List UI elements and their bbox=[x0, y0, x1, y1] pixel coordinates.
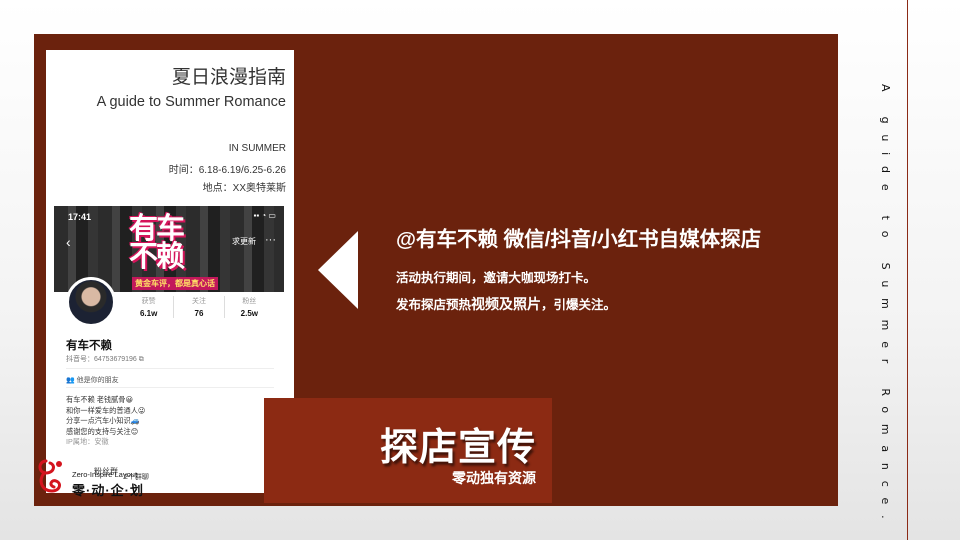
channel-logo: 有车 不赖 bbox=[129, 211, 185, 273]
brand-chinese: 零·动·企·划 bbox=[72, 483, 144, 498]
profile-name: 有车不赖 bbox=[66, 340, 112, 352]
stat-likes: 获赞 6.1w bbox=[124, 296, 175, 318]
brand-logo-icon bbox=[38, 459, 62, 493]
profile-stats: 获赞 6.1w 关注 76 粉丝 2.5w bbox=[124, 296, 274, 318]
poster-season: IN SUMMER bbox=[228, 143, 286, 154]
poster-location: 地点：XX奥特莱斯 bbox=[202, 183, 286, 194]
back-icon[interactable]: ‹ bbox=[66, 234, 71, 250]
banner-caption: 黄金车评，都是真心话 bbox=[132, 277, 218, 290]
divider bbox=[66, 368, 274, 369]
vertical-title: A guide to Summer Romance. bbox=[879, 84, 892, 530]
profile-screenshot: 17:41 ▪▪ ◔ ▭ ‹ 有车 不赖 黄金车评，都是真心话 求更新 ··· … bbox=[54, 206, 284, 493]
main-heading: @有车不赖 微信/抖音/小红书自媒体探店 bbox=[396, 228, 762, 251]
follow-button[interactable]: 求更新 bbox=[232, 236, 256, 247]
badge-subtitle: 零动独有资源 bbox=[452, 470, 536, 486]
poster-title: 夏日浪漫指南 bbox=[171, 67, 286, 88]
status-time: 17:41 bbox=[68, 212, 92, 222]
account-id: 抖音号：64753679196 ⧉ bbox=[66, 356, 144, 363]
more-icon[interactable]: ··· bbox=[265, 234, 276, 246]
poster-card: 夏日浪漫指南 A guide to Summer Romance IN SUMM… bbox=[46, 50, 294, 493]
profile-bio: 有车不赖 老钱腻骨😀 和你一样爱车的普通人😜 分享一点汽车小知识🚙 感谢您的支持… bbox=[66, 395, 146, 446]
friends-label: 👥 他是你的朋友 bbox=[66, 377, 119, 384]
brand-english: Zero-Inspire Layout bbox=[72, 470, 138, 479]
description-line-1: 活动执行期间，邀请大咖现场打卡。 bbox=[396, 271, 597, 285]
stat-followers[interactable]: 粉丝 2.5w bbox=[225, 296, 274, 318]
left-arrow-icon bbox=[318, 231, 358, 309]
promo-badge: 探店宣传 零动独有资源 bbox=[264, 398, 552, 503]
right-accent-line bbox=[907, 0, 908, 540]
poster-time: 时间：6.18-6.19/6.25-6.26 bbox=[168, 165, 286, 176]
avatar[interactable] bbox=[66, 277, 116, 327]
status-icons: ▪▪ ◔ ▭ bbox=[253, 211, 276, 220]
poster-subtitle: A guide to Summer Romance bbox=[96, 94, 286, 110]
badge-title: 探店宣传 bbox=[379, 427, 536, 469]
stat-following[interactable]: 关注 76 bbox=[174, 296, 225, 318]
friends-icon: 👥 bbox=[66, 377, 77, 384]
description-line-2: 发布探店预热视频及照片，引爆关注。 bbox=[396, 296, 617, 312]
divider bbox=[66, 387, 274, 388]
